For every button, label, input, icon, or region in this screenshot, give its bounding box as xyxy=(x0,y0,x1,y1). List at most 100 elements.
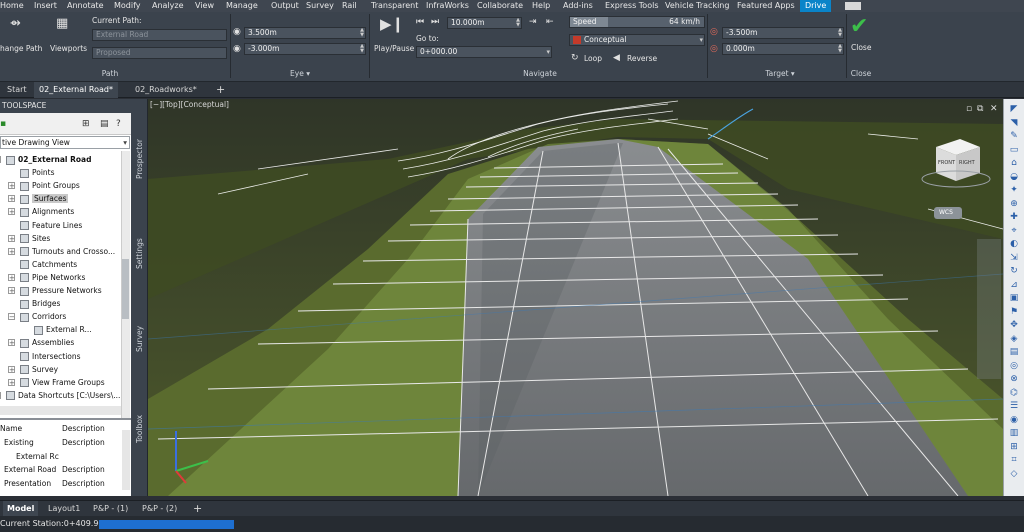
tree-item-pipe-networks[interactable]: Pipe Networks xyxy=(20,271,85,284)
tree-hscrollbar[interactable] xyxy=(0,406,121,415)
checkmark-icon[interactable]: ✔ xyxy=(850,15,868,39)
current-path-field[interactable]: External Road xyxy=(92,29,227,41)
eye-height-field[interactable]: 3.500m ▲ ▼ xyxy=(244,27,366,39)
tree-item-catchments[interactable]: Catchments xyxy=(20,258,77,271)
palette-tool-icon[interactable]: ◎ xyxy=(1008,361,1020,371)
viewcube-right-label[interactable]: RIGHT xyxy=(959,160,975,166)
tree-item-corridors[interactable]: Corridors xyxy=(20,310,66,323)
palette-tool-icon[interactable]: ⚑ xyxy=(1008,307,1020,317)
list-header-description[interactable]: Description xyxy=(62,422,105,435)
tree-expand-icon[interactable]: + xyxy=(0,391,1,399)
list-item[interactable]: External Rc xyxy=(0,450,121,463)
viewport-minimize-icon[interactable]: ▫ xyxy=(966,104,972,114)
tree-item-assemblies[interactable]: Assemblies xyxy=(20,336,74,349)
spinner-icon[interactable]: ▲ ▼ xyxy=(838,44,842,54)
tree-item-surfaces[interactable]: Surfaces xyxy=(20,192,69,205)
viewports-icon[interactable]: ▦ xyxy=(56,17,68,30)
tree-item-intersections[interactable]: Intersections xyxy=(20,350,81,363)
menu-item-home[interactable]: Home xyxy=(0,0,24,12)
wcs-label[interactable]: WCS xyxy=(939,209,953,216)
eye-offset-field[interactable]: -3.000m ▲ ▼ xyxy=(244,43,366,55)
palette-tool-icon[interactable]: ◐ xyxy=(1008,240,1020,249)
play-pause-button[interactable]: Play/Pause xyxy=(374,44,414,53)
menu-item-rail[interactable]: Rail xyxy=(342,0,357,12)
chevron-down-icon[interactable]: ▾ xyxy=(123,137,127,148)
change-path-button[interactable]: hange Path xyxy=(0,44,42,53)
menu-item-manage[interactable]: Manage xyxy=(226,0,258,12)
tab-pp-1[interactable]: P&P - (1) xyxy=(89,501,132,517)
chevron-down-icon[interactable]: ▾ xyxy=(699,35,703,45)
step-back-icon[interactable]: ⏮ xyxy=(416,16,424,28)
tree-item-bridges[interactable]: Bridges xyxy=(20,297,60,310)
workspace-switch-icon[interactable] xyxy=(845,2,861,10)
palette-tool-icon[interactable]: ▭ xyxy=(1008,145,1020,155)
chevron-down-icon[interactable]: ▾ xyxy=(546,47,550,57)
proposed-path-field[interactable]: Proposed xyxy=(92,47,227,59)
tree-item-02-external-road[interactable]: 02_External Road xyxy=(6,153,91,166)
goto-station-field[interactable]: 0+000.00 ▾ xyxy=(416,46,552,58)
palette-tool-icon[interactable]: ⊕ xyxy=(1008,199,1020,209)
tab-survey[interactable]: Survey xyxy=(131,319,148,359)
toggle-display-icon[interactable]: ⊞ xyxy=(82,118,90,130)
palette-tool-icon[interactable]: ⌖ xyxy=(1008,226,1020,236)
viewport-close-icon[interactable]: ✕ xyxy=(990,104,998,114)
menu-item-collaborate[interactable]: Collaborate xyxy=(477,0,523,12)
help-icon[interactable]: ? xyxy=(116,118,121,130)
reverse-button[interactable]: Reverse xyxy=(627,54,657,63)
menu-item-output[interactable]: Output xyxy=(271,0,299,12)
tree-expand-icon[interactable]: + xyxy=(8,234,15,242)
tab-settings[interactable]: Settings xyxy=(131,229,148,279)
palette-tool-icon[interactable]: ✎ xyxy=(1008,132,1020,141)
tree-item-points[interactable]: Points xyxy=(20,166,55,179)
target-height-field[interactable]: 0.000m ▲ ▼ xyxy=(722,43,844,55)
loop-button[interactable]: Loop xyxy=(584,54,602,63)
spinner-icon[interactable]: ▲ ▼ xyxy=(516,18,520,28)
spinner-icon[interactable]: ▲ ▼ xyxy=(360,28,364,38)
palette-tool-icon[interactable]: ⊞ xyxy=(1008,442,1020,452)
step-distance-field[interactable]: 10.000m ▲ ▼ xyxy=(447,17,522,29)
palette-tool-icon[interactable]: ⇲ xyxy=(1008,253,1020,263)
go-start-icon[interactable]: ⇥ xyxy=(529,16,537,28)
viewport-restore-icon[interactable]: ⧉ xyxy=(977,104,983,114)
menu-item-add-ins[interactable]: Add-ins xyxy=(563,0,593,12)
palette-tool-icon[interactable]: ✦ xyxy=(1008,186,1020,195)
go-end-icon[interactable]: ⇤ xyxy=(546,16,554,28)
tree-expand-icon[interactable]: + xyxy=(8,378,15,386)
viewports-button[interactable]: Viewports xyxy=(50,44,87,53)
eye-panel-title[interactable]: Eye ▾ xyxy=(260,69,340,80)
menu-item-view[interactable]: View xyxy=(195,0,214,12)
tab-start[interactable]: Start xyxy=(2,82,32,98)
menu-item-infraworks[interactable]: InfraWorks xyxy=(426,0,469,12)
tree-item-external-r[interactable]: External R... xyxy=(34,323,92,336)
tree-expand-icon[interactable]: + xyxy=(8,247,15,255)
list-item[interactable]: Existing Description xyxy=(0,436,121,449)
target-panel-title[interactable]: Target ▾ xyxy=(740,69,820,80)
tree-scrollbar-thumb[interactable] xyxy=(122,259,129,319)
play-pause-icon[interactable]: ▶❙ xyxy=(380,17,404,32)
tab-layout1[interactable]: Layout1 xyxy=(44,501,84,517)
menu-item-insert[interactable]: Insert xyxy=(34,0,57,12)
palette-tool-icon[interactable]: ◤ xyxy=(1008,105,1020,114)
tree-item-pressure-networks[interactable]: Pressure Networks xyxy=(20,284,102,297)
menu-item-vehicle-tracking[interactable]: Vehicle Tracking xyxy=(665,0,729,12)
tree-expand-icon[interactable]: − xyxy=(0,156,1,164)
palette-tool-icon[interactable]: ◥ xyxy=(1008,118,1020,128)
palette-tool-icon[interactable]: ▤ xyxy=(1008,348,1020,357)
tree-expand-icon[interactable]: + xyxy=(8,273,15,281)
menu-item-help[interactable]: Help xyxy=(532,0,550,12)
speed-slider[interactable]: Speed 64 km/h xyxy=(569,16,705,28)
visual-style-select[interactable]: Conceptual ▾ xyxy=(569,34,705,46)
palette-tool-icon[interactable]: ⌬ xyxy=(1008,388,1020,398)
add-tab-button[interactable]: + xyxy=(211,82,230,98)
tree-item-point-groups[interactable]: Point Groups xyxy=(20,179,80,192)
tree-expand-icon[interactable]: + xyxy=(8,339,15,347)
tab-external-road[interactable]: 02_External Road* xyxy=(34,82,118,98)
target-offset-field[interactable]: -3.500m ▲ ▼ xyxy=(722,27,844,39)
list-item[interactable]: Presentation Description xyxy=(0,477,121,490)
palette-tool-icon[interactable]: ✚ xyxy=(1008,213,1020,222)
palette-tool-icon[interactable]: ✥ xyxy=(1008,321,1020,330)
menu-item-modify[interactable]: Modify xyxy=(114,0,141,12)
palette-tool-icon[interactable]: ⌗ xyxy=(1008,456,1020,465)
tab-roadworks[interactable]: 02_Roadworks* xyxy=(130,82,202,98)
drawing-viewport[interactable]: [−][Top][Conceptual] ▫ ⧉ ✕ FRONT RIGHT W… xyxy=(148,99,1003,496)
